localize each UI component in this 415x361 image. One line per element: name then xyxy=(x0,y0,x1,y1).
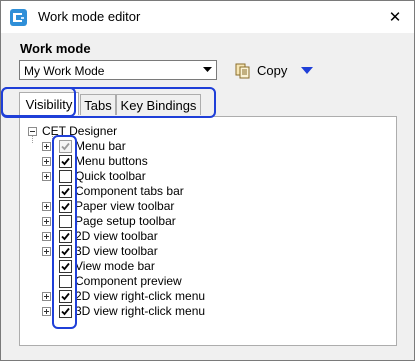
tree-item-label: Menu bar xyxy=(75,139,126,153)
checkbox-column-highlight xyxy=(52,135,77,329)
expand-icon[interactable] xyxy=(42,157,51,166)
expand-icon[interactable] xyxy=(42,292,51,301)
collapse-icon[interactable] xyxy=(28,127,37,136)
chevron-down-icon[interactable] xyxy=(200,63,214,77)
work-mode-label: Work mode xyxy=(20,41,91,56)
app-icon xyxy=(10,9,27,26)
tree-item-label: Menu buttons xyxy=(75,154,148,168)
title-bar: Work mode editor ✕ xyxy=(1,1,414,33)
expand-icon[interactable] xyxy=(42,307,51,316)
work-mode-editor-window: Work mode editor ✕ Work mode My Work Mod… xyxy=(0,0,415,361)
tree-item-label: Component preview xyxy=(75,274,182,288)
tree-item-label: Page setup toolbar xyxy=(75,214,176,228)
tree-item-label: 3D view toolbar xyxy=(75,244,158,258)
expand-icon[interactable] xyxy=(42,232,51,241)
tree-item-label: Paper view toolbar xyxy=(75,199,175,213)
copy-options-dropdown-icon[interactable] xyxy=(301,65,313,75)
tree-item-label: Component tabs bar xyxy=(75,184,184,198)
tree-item-label: 2D view right-click menu xyxy=(75,289,206,303)
copy-icon xyxy=(234,61,252,82)
tree-item-label: Quick toolbar xyxy=(75,169,146,183)
window-title: Work mode editor xyxy=(38,9,141,24)
close-icon: ✕ xyxy=(388,9,402,26)
expand-icon[interactable] xyxy=(42,247,51,256)
close-button[interactable]: ✕ xyxy=(376,1,414,33)
tab-strip-highlight xyxy=(1,87,216,118)
work-mode-select[interactable]: My Work Mode xyxy=(19,60,217,80)
expand-icon[interactable] xyxy=(42,202,51,211)
expand-icon[interactable] xyxy=(42,172,51,181)
tree-item-label: View mode bar xyxy=(75,259,155,273)
work-mode-selected-value: My Work Mode xyxy=(24,64,105,78)
tree-item-label: 2D view toolbar xyxy=(75,229,158,243)
copy-label: Copy xyxy=(257,63,288,78)
tree-item-label: 3D view right-click menu xyxy=(75,304,206,318)
expand-icon[interactable] xyxy=(42,142,51,151)
expand-icon[interactable] xyxy=(42,217,51,226)
